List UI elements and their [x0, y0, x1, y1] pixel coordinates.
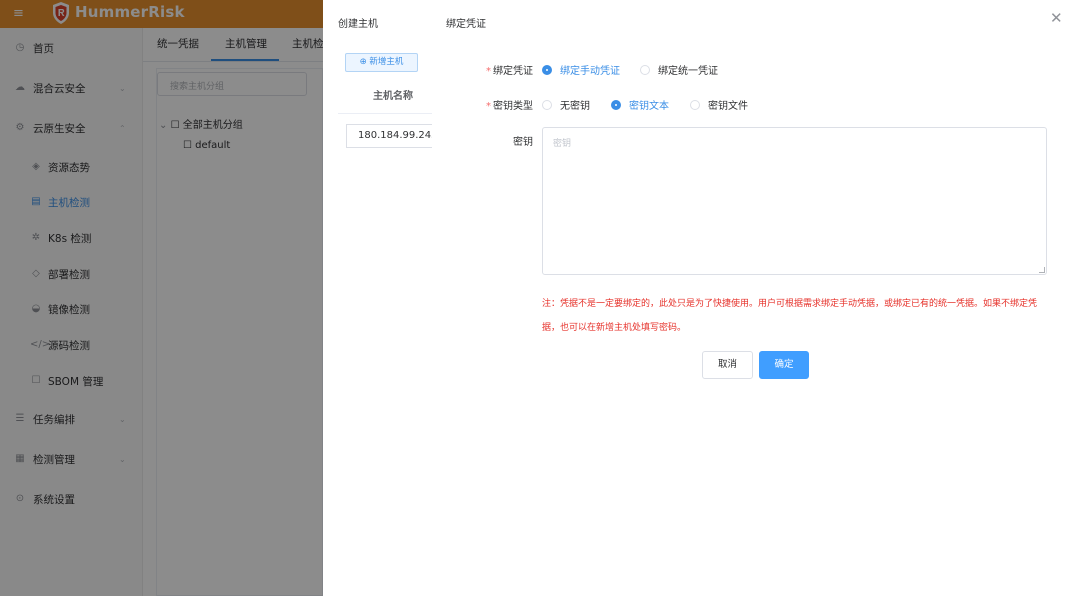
close-icon[interactable]: ✕: [1050, 10, 1063, 26]
credential-note: 注：凭据不是一定要绑定的，此处只是为了快捷使用。用户可根据需求绑定手动凭据，或绑…: [542, 299, 1038, 333]
confirm-button[interactable]: 确定: [759, 351, 809, 379]
radio-dot: [611, 99, 621, 110]
radio-key-file[interactable]: 密钥文件: [690, 97, 748, 112]
key-type-form-label: * 密钥类型: [486, 97, 533, 112]
bind-credential-drawer: 绑定凭证 ✕ * 绑定凭证 绑定手动凭证 绑定统一凭证 * 密钥类型 无密钥 密钥文…: [432, 0, 1080, 596]
required-asterisk: *: [486, 66, 491, 77]
radio-label: 密钥文本: [629, 101, 669, 112]
key-form-label: 密钥: [513, 137, 533, 148]
radio-dot: [542, 99, 552, 110]
radio-dot: [690, 99, 700, 110]
radio-label: 无密钥: [560, 101, 590, 112]
radio-bind-manual-credential[interactable]: 绑定手动凭证: [542, 62, 620, 77]
radio-label: 绑定手动凭证: [560, 66, 620, 77]
key-textarea[interactable]: [542, 127, 1047, 275]
radio-dot: [640, 64, 650, 75]
radio-bind-unified-credential[interactable]: 绑定统一凭证: [640, 62, 718, 77]
plus-circle-icon: ⊕: [359, 57, 367, 67]
form-label-text: 绑定凭证: [493, 66, 533, 77]
radio-key-text[interactable]: 密钥文本: [611, 97, 669, 112]
resize-handle-icon[interactable]: [1039, 267, 1045, 273]
radio-no-key[interactable]: 无密钥: [542, 97, 590, 112]
credential-form-label: * 绑定凭证: [486, 62, 533, 77]
radio-label: 绑定统一凭证: [658, 66, 718, 77]
required-asterisk: *: [486, 101, 491, 112]
drawer-title: 绑定凭证: [446, 19, 486, 30]
cancel-button[interactable]: 取消: [702, 351, 753, 379]
form-label-text: 密钥类型: [493, 101, 533, 112]
add-host-button[interactable]: ⊕ 新增主机: [345, 53, 418, 72]
add-host-label: 新增主机: [369, 57, 404, 67]
radio-dot: [542, 64, 552, 75]
drawer-title: 创建主机: [338, 19, 378, 30]
radio-label: 密钥文件: [708, 101, 748, 112]
